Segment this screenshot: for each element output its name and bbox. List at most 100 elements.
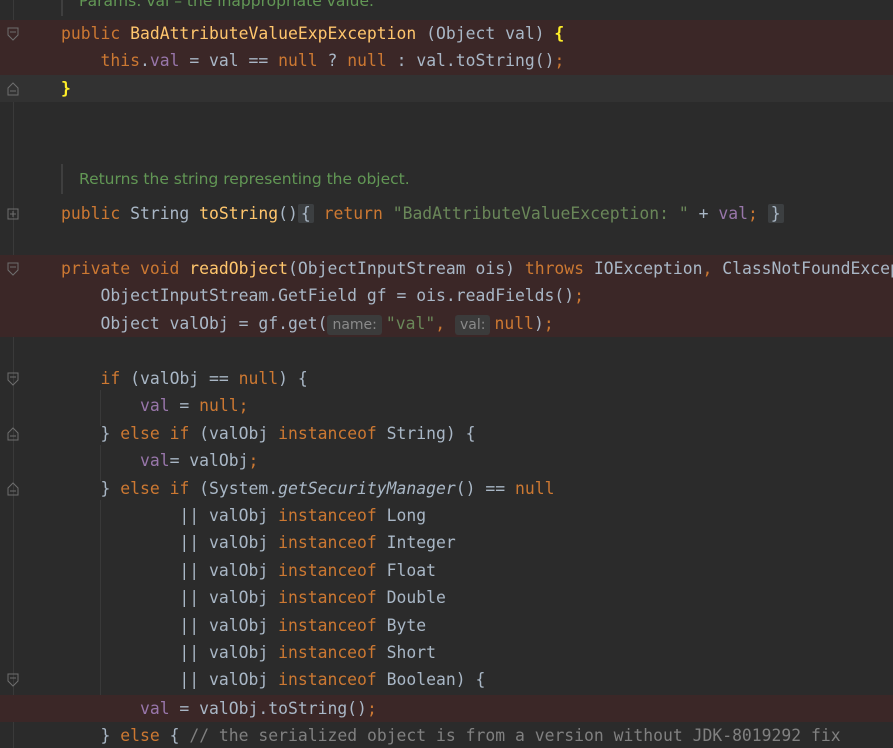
keyword: instanceof (278, 588, 377, 608)
folded-region-start[interactable]: { (297, 204, 314, 223)
keyword: null (347, 51, 387, 71)
keyword: null (514, 478, 555, 498)
semicolon: ; (574, 286, 585, 306)
code-text: { (159, 726, 190, 746)
keyword: public (61, 204, 121, 223)
keyword: else (120, 726, 160, 746)
type-name: Long (376, 506, 427, 525)
parameter-hint: val: (454, 314, 491, 335)
fold-icon[interactable] (6, 26, 20, 42)
fold-icon[interactable] (6, 81, 20, 97)
code-line[interactable]: } else if (valObj instanceof String) { (0, 420, 893, 447)
code-line[interactable]: this.val = val == null ? null : val.toSt… (0, 47, 893, 75)
type-name: Byte (376, 615, 427, 635)
keyword: return (313, 204, 393, 223)
code-text: + (688, 204, 719, 223)
fold-icon[interactable] (6, 481, 20, 497)
keyword: instanceof (278, 533, 377, 553)
code-text: Object valObj = gf.get( (100, 313, 328, 333)
keyword: throws (524, 259, 585, 278)
code-line[interactable]: || valObj instanceof Integer (0, 529, 893, 556)
string-literal: "BadAttributeValueException: " (392, 204, 689, 223)
semicolon: ; (238, 396, 249, 416)
keyword: null (199, 396, 239, 416)
brace: } (61, 78, 71, 98)
code-text: ) { (278, 369, 308, 388)
code-line[interactable]: || valObj instanceof Short (0, 639, 893, 666)
code-line[interactable]: val= valObj; (0, 447, 893, 474)
code-line[interactable]: Object valObj = gf.get(name: "val", val: n… (0, 309, 893, 338)
code-text: IOException (584, 259, 703, 278)
code-text: . (139, 51, 150, 71)
code-line[interactable]: ObjectInputStream.GetField gf = ois.read… (0, 282, 893, 310)
keyword: instanceof (278, 643, 377, 662)
fold-icon[interactable] (6, 426, 20, 442)
brace: } (100, 423, 121, 443)
method-name: readObject (189, 259, 288, 278)
code-line[interactable]: } else { // the serialized object is fro… (0, 722, 893, 748)
code-text: || valObj (179, 670, 279, 690)
type-name: Float (376, 560, 437, 580)
parameter-hint: name: (327, 314, 382, 335)
code-text: (System. (189, 478, 279, 498)
keyword: this (100, 51, 140, 71)
code-line[interactable]: || valObj instanceof Float (0, 557, 893, 584)
field: val (718, 204, 748, 223)
comma: , (702, 259, 713, 278)
code-text: = val == (179, 51, 279, 71)
keyword: instanceof (278, 560, 377, 580)
code-line[interactable]: } (0, 74, 893, 103)
code-line[interactable]: || valObj instanceof Long (0, 502, 893, 529)
type-name: Double (376, 588, 446, 608)
semicolon: ; (248, 451, 259, 471)
doc-comment-returns: Returns the string representing the obje… (61, 164, 410, 194)
code-line[interactable]: val = valObj.toString(); (0, 694, 893, 723)
code-text: () (278, 204, 298, 223)
code-line[interactable]: private void readObject(ObjectInputStrea… (0, 255, 893, 283)
code-text: = (169, 396, 200, 416)
comma: , (435, 313, 455, 333)
semicolon: ; (543, 313, 554, 333)
keyword: instanceof (278, 423, 377, 443)
fold-icon[interactable] (6, 371, 20, 387)
code-text: () == (455, 478, 515, 498)
method-name: toString (199, 204, 279, 223)
type-name: Boolean) { (376, 670, 486, 690)
code-line[interactable]: val = null; (0, 392, 893, 419)
type-name: Short (376, 643, 437, 662)
unfold-icon[interactable] (6, 206, 20, 222)
code-line[interactable]: public BadAttributeValueExpException (Ob… (0, 20, 893, 48)
keyword: if (100, 369, 121, 388)
code-text: ObjectInputStream.GetField gf = ois.read… (100, 286, 575, 306)
code-text: ClassNotFoundException { (722, 259, 893, 278)
code-line[interactable]: if (valObj == null) { (0, 365, 893, 392)
fold-icon[interactable] (6, 261, 20, 277)
keyword: void (130, 259, 190, 278)
brace: } (100, 726, 121, 746)
code-editor[interactable]: Params: val – the inappropriate value. p… (0, 0, 893, 748)
keyword: instanceof (278, 615, 377, 635)
doc-comment-text: Returns the string representing the obje… (79, 170, 410, 188)
code-line[interactable]: || valObj instanceof Boolean) { (0, 666, 893, 693)
code-text: || valObj (179, 643, 279, 662)
fold-icon[interactable] (6, 672, 20, 688)
field: val (139, 396, 170, 416)
code-text: || valObj (179, 615, 279, 635)
semicolon: ; (554, 51, 565, 71)
field: val (139, 451, 170, 471)
code-text: String) { (376, 423, 476, 443)
code-line[interactable]: public String toString(){ return "BadAtt… (0, 200, 893, 227)
type-name: Integer (376, 533, 456, 553)
keyword: null (278, 51, 318, 71)
code-line[interactable]: || valObj instanceof Byte (0, 612, 893, 639)
field: val (149, 51, 180, 71)
folded-region-end[interactable]: } (767, 204, 784, 223)
doc-comment-text: Params: val – the inappropriate value. (79, 0, 374, 10)
code-line[interactable]: || valObj instanceof Double (0, 584, 893, 611)
field: val (139, 698, 170, 718)
code-line[interactable]: } else if (System.getSecurityManager() =… (0, 475, 893, 502)
code-text: || valObj (179, 588, 279, 608)
keyword: instanceof (278, 670, 377, 690)
code-text: String (120, 204, 200, 223)
line-comment: // the serialized object is from a versi… (189, 726, 841, 746)
